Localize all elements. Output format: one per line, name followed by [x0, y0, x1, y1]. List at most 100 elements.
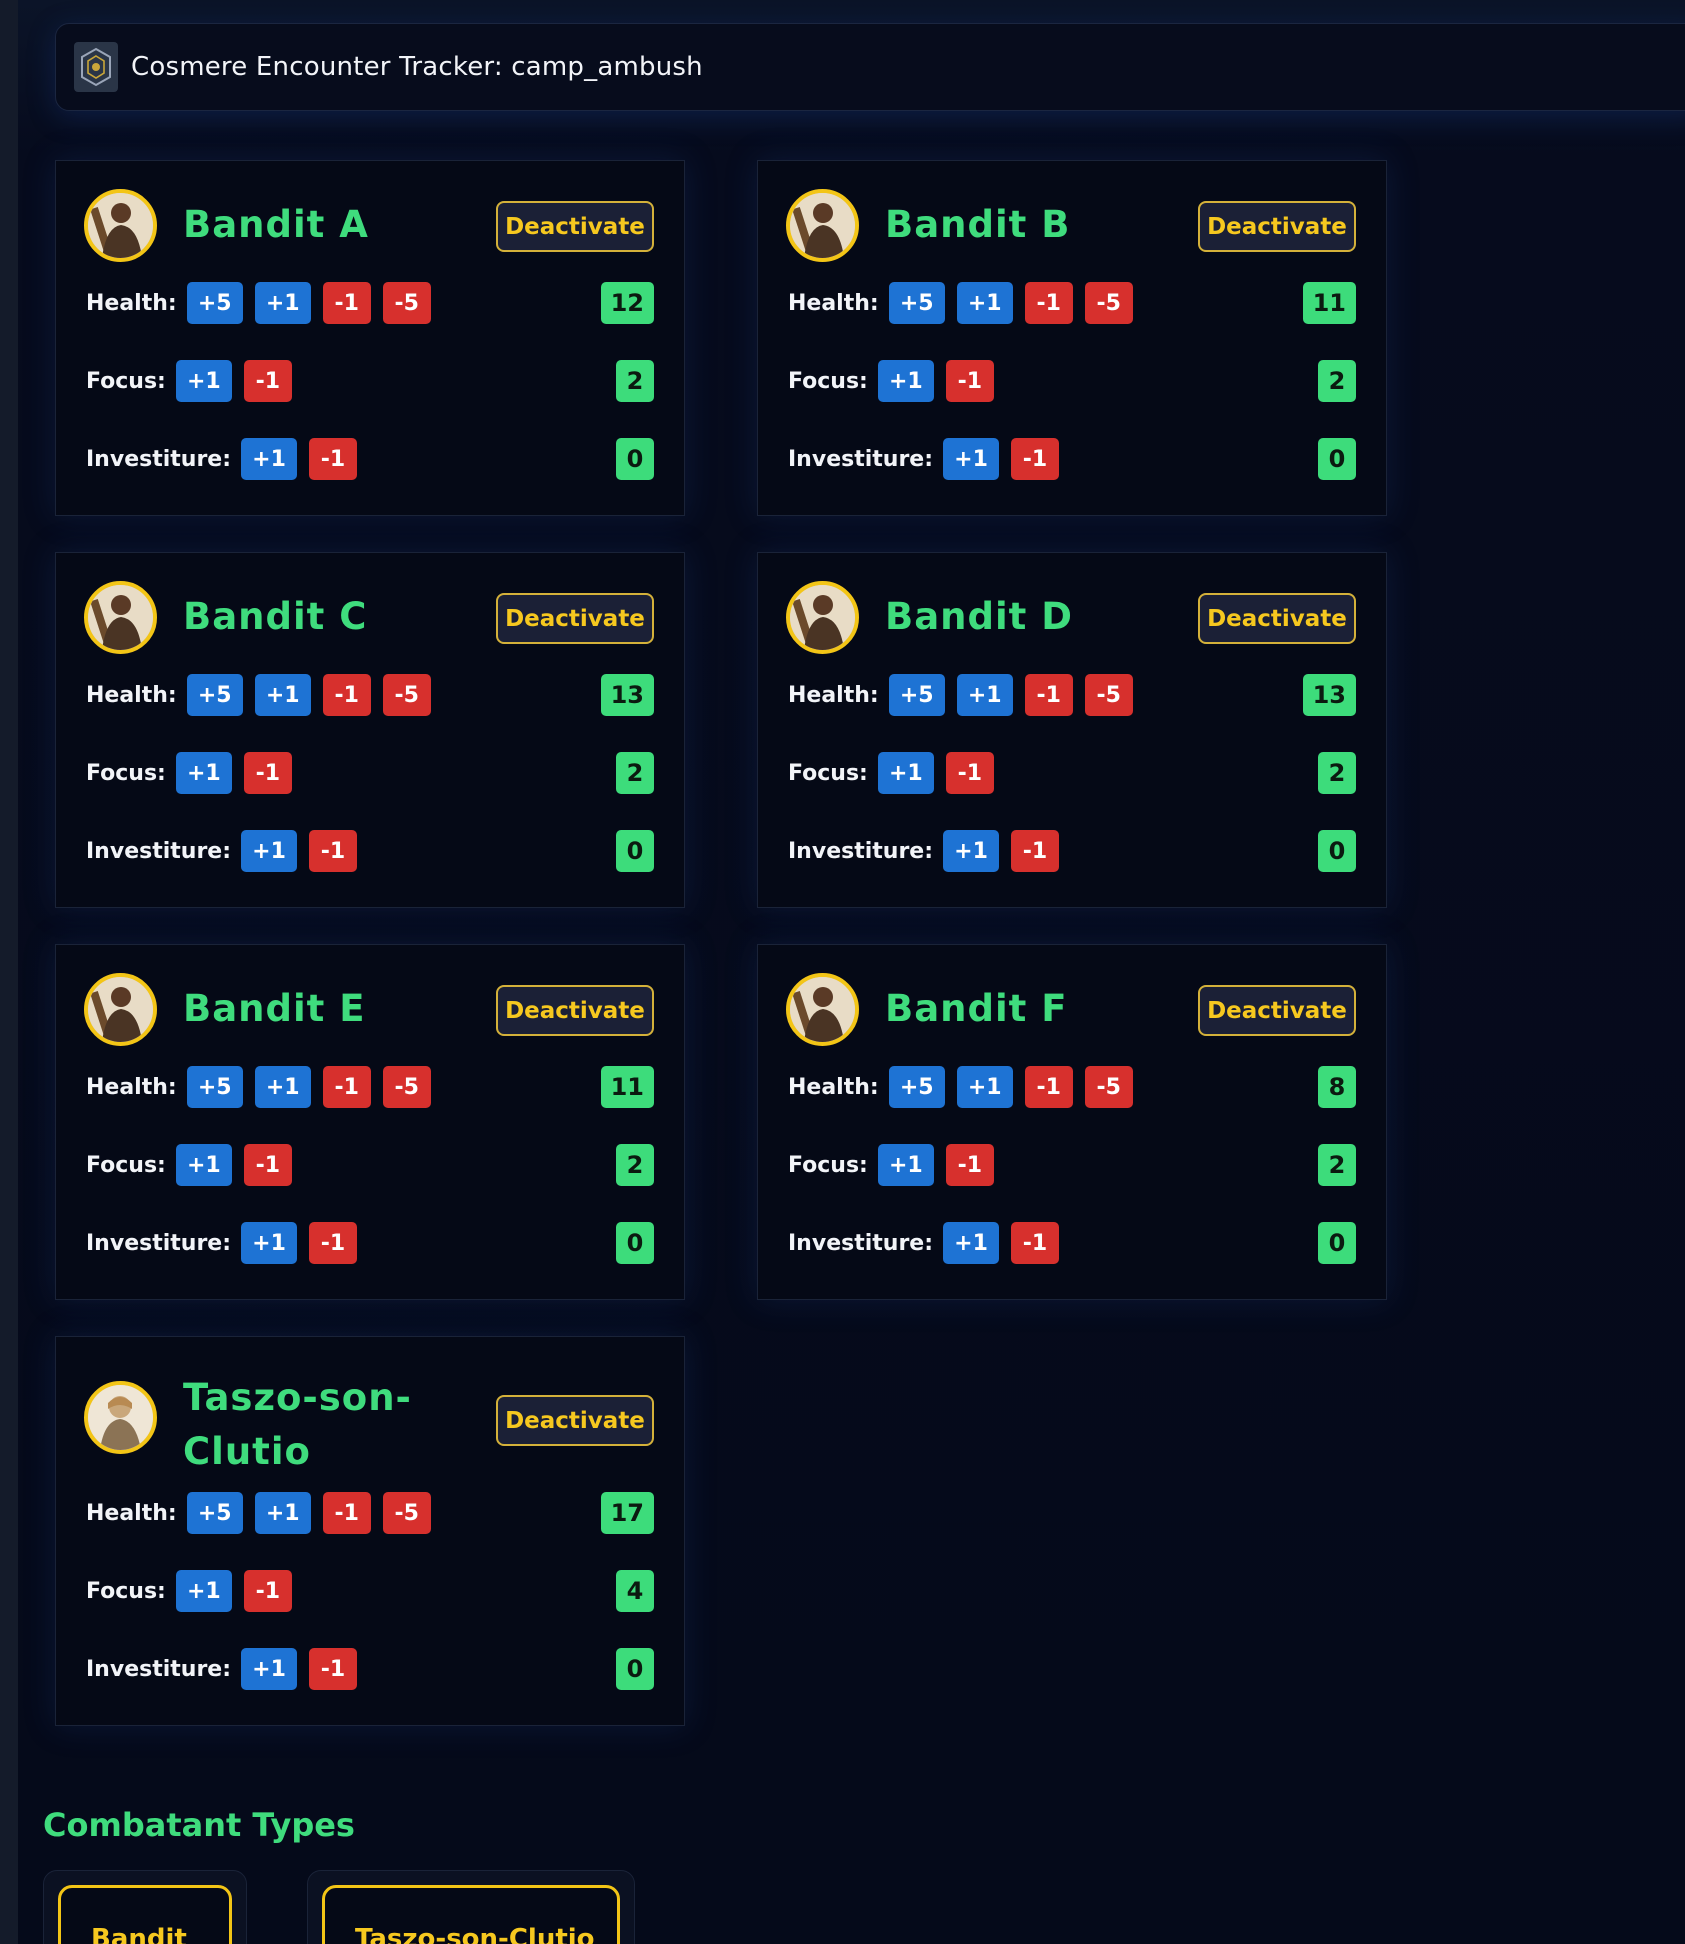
deactivate-button[interactable]: Deactivate [1198, 593, 1356, 644]
taszo-avatar [84, 1381, 157, 1454]
combatant-card: Bandit F Deactivate Health: +5 +1 -1 -5 … [757, 944, 1387, 1300]
health-plus5-button[interactable]: +5 [186, 282, 243, 324]
deactivate-button[interactable]: Deactivate [496, 593, 654, 644]
health-minus5-button[interactable]: -5 [382, 1492, 431, 1534]
health-minus5-button[interactable]: -5 [382, 1066, 431, 1108]
focus-minus1-button[interactable]: -1 [243, 1144, 292, 1186]
investiture-plus1-button[interactable]: +1 [241, 1648, 298, 1690]
investiture-label: Investiture: [86, 838, 232, 864]
health-minus1-button[interactable]: -1 [1024, 674, 1073, 716]
investiture-value: 0 [616, 1648, 654, 1690]
health-minus1-button[interactable]: -1 [322, 282, 371, 324]
investiture-label: Investiture: [86, 446, 232, 472]
investiture-minus1-button[interactable]: -1 [1011, 830, 1060, 872]
bandit-avatar [786, 581, 859, 654]
investiture-minus1-button[interactable]: -1 [309, 438, 358, 480]
health-plus1-button[interactable]: +1 [254, 1492, 311, 1534]
deactivate-button[interactable]: Deactivate [1198, 985, 1356, 1036]
combatant-type-card[interactable]: Taszo-son-Clutio [307, 1870, 635, 1944]
focus-minus1-button[interactable]: -1 [243, 360, 292, 402]
deactivate-button[interactable]: Deactivate [496, 985, 654, 1036]
focus-row: Focus: +1 -1 2 [788, 1143, 1356, 1187]
health-minus5-button[interactable]: -5 [382, 282, 431, 324]
investiture-minus1-button[interactable]: -1 [309, 1222, 358, 1264]
focus-minus1-button[interactable]: -1 [945, 752, 994, 794]
investiture-plus1-button[interactable]: +1 [943, 830, 1000, 872]
focus-plus1-button[interactable]: +1 [175, 1570, 232, 1612]
health-row: Health: +5 +1 -1 -5 11 [86, 1065, 654, 1109]
health-minus1-button[interactable]: -1 [1024, 282, 1073, 324]
health-minus5-button[interactable]: -5 [1084, 282, 1133, 324]
investiture-plus1-button[interactable]: +1 [241, 830, 298, 872]
focus-minus1-button[interactable]: -1 [243, 752, 292, 794]
combatant-type-label[interactable]: Taszo-son-Clutio [322, 1885, 620, 1944]
health-plus5-button[interactable]: +5 [888, 282, 945, 324]
investiture-plus1-button[interactable]: +1 [943, 1222, 1000, 1264]
focus-value: 2 [616, 1144, 654, 1186]
health-plus1-button[interactable]: +1 [254, 1066, 311, 1108]
deactivate-button[interactable]: Deactivate [1198, 201, 1356, 252]
investiture-label: Investiture: [86, 1656, 232, 1682]
health-minus1-button[interactable]: -1 [322, 674, 371, 716]
focus-row: Focus: +1 -1 2 [788, 751, 1356, 795]
focus-row: Focus: +1 -1 2 [86, 359, 654, 403]
health-minus1-button[interactable]: -1 [322, 1066, 371, 1108]
focus-row: Focus: +1 -1 4 [86, 1569, 654, 1613]
investiture-plus1-button[interactable]: +1 [241, 438, 298, 480]
deactivate-button[interactable]: Deactivate [496, 201, 654, 252]
investiture-label: Investiture: [86, 1230, 232, 1256]
investiture-plus1-button[interactable]: +1 [241, 1222, 298, 1264]
health-minus5-button[interactable]: -5 [382, 674, 431, 716]
focus-value: 2 [616, 360, 654, 402]
investiture-value: 0 [1318, 830, 1356, 872]
focus-value: 2 [1318, 1144, 1356, 1186]
focus-minus1-button[interactable]: -1 [945, 360, 994, 402]
focus-plus1-button[interactable]: +1 [175, 752, 232, 794]
left-sidebar-strip [0, 0, 18, 1944]
health-plus5-button[interactable]: +5 [888, 674, 945, 716]
health-plus5-button[interactable]: +5 [186, 1066, 243, 1108]
combatant-type-label[interactable]: Bandit [58, 1885, 232, 1944]
health-plus5-button[interactable]: +5 [186, 674, 243, 716]
health-minus1-button[interactable]: -1 [1024, 1066, 1073, 1108]
health-row: Health: +5 +1 -1 -5 13 [788, 673, 1356, 717]
focus-plus1-button[interactable]: +1 [175, 360, 232, 402]
health-plus1-button[interactable]: +1 [956, 674, 1013, 716]
focus-minus1-button[interactable]: -1 [243, 1570, 292, 1612]
combatant-type-card[interactable]: Bandit [43, 1870, 247, 1944]
shield-emblem-icon [74, 42, 118, 92]
focus-plus1-button[interactable]: +1 [877, 360, 934, 402]
investiture-row: Investiture: +1 -1 0 [788, 1221, 1356, 1265]
investiture-minus1-button[interactable]: -1 [309, 1648, 358, 1690]
health-plus5-button[interactable]: +5 [888, 1066, 945, 1108]
health-value: 12 [600, 282, 654, 324]
health-plus1-button[interactable]: +1 [956, 1066, 1013, 1108]
health-plus1-button[interactable]: +1 [956, 282, 1013, 324]
health-plus1-button[interactable]: +1 [254, 674, 311, 716]
combatant-card: Bandit A Deactivate Health: +5 +1 -1 -5 … [55, 160, 685, 516]
focus-value: 4 [616, 1570, 654, 1612]
health-label: Health: [788, 682, 879, 708]
health-minus5-button[interactable]: -5 [1084, 1066, 1133, 1108]
investiture-minus1-button[interactable]: -1 [1011, 438, 1060, 480]
focus-plus1-button[interactable]: +1 [877, 1144, 934, 1186]
investiture-minus1-button[interactable]: -1 [309, 830, 358, 872]
health-minus1-button[interactable]: -1 [322, 1492, 371, 1534]
focus-plus1-button[interactable]: +1 [877, 752, 934, 794]
investiture-plus1-button[interactable]: +1 [943, 438, 1000, 480]
focus-label: Focus: [788, 368, 868, 394]
focus-minus1-button[interactable]: -1 [945, 1144, 994, 1186]
combatant-card: Bandit C Deactivate Health: +5 +1 -1 -5 … [55, 552, 685, 908]
health-value: 11 [600, 1066, 654, 1108]
health-plus5-button[interactable]: +5 [186, 1492, 243, 1534]
health-label: Health: [86, 1500, 177, 1526]
investiture-minus1-button[interactable]: -1 [1011, 1222, 1060, 1264]
health-value: 13 [600, 674, 654, 716]
focus-value: 2 [1318, 752, 1356, 794]
combatant-name: Bandit C [183, 595, 368, 638]
health-plus1-button[interactable]: +1 [254, 282, 311, 324]
health-minus5-button[interactable]: -5 [1084, 674, 1133, 716]
deactivate-button[interactable]: Deactivate [496, 1395, 654, 1446]
health-label: Health: [788, 1074, 879, 1100]
focus-plus1-button[interactable]: +1 [175, 1144, 232, 1186]
